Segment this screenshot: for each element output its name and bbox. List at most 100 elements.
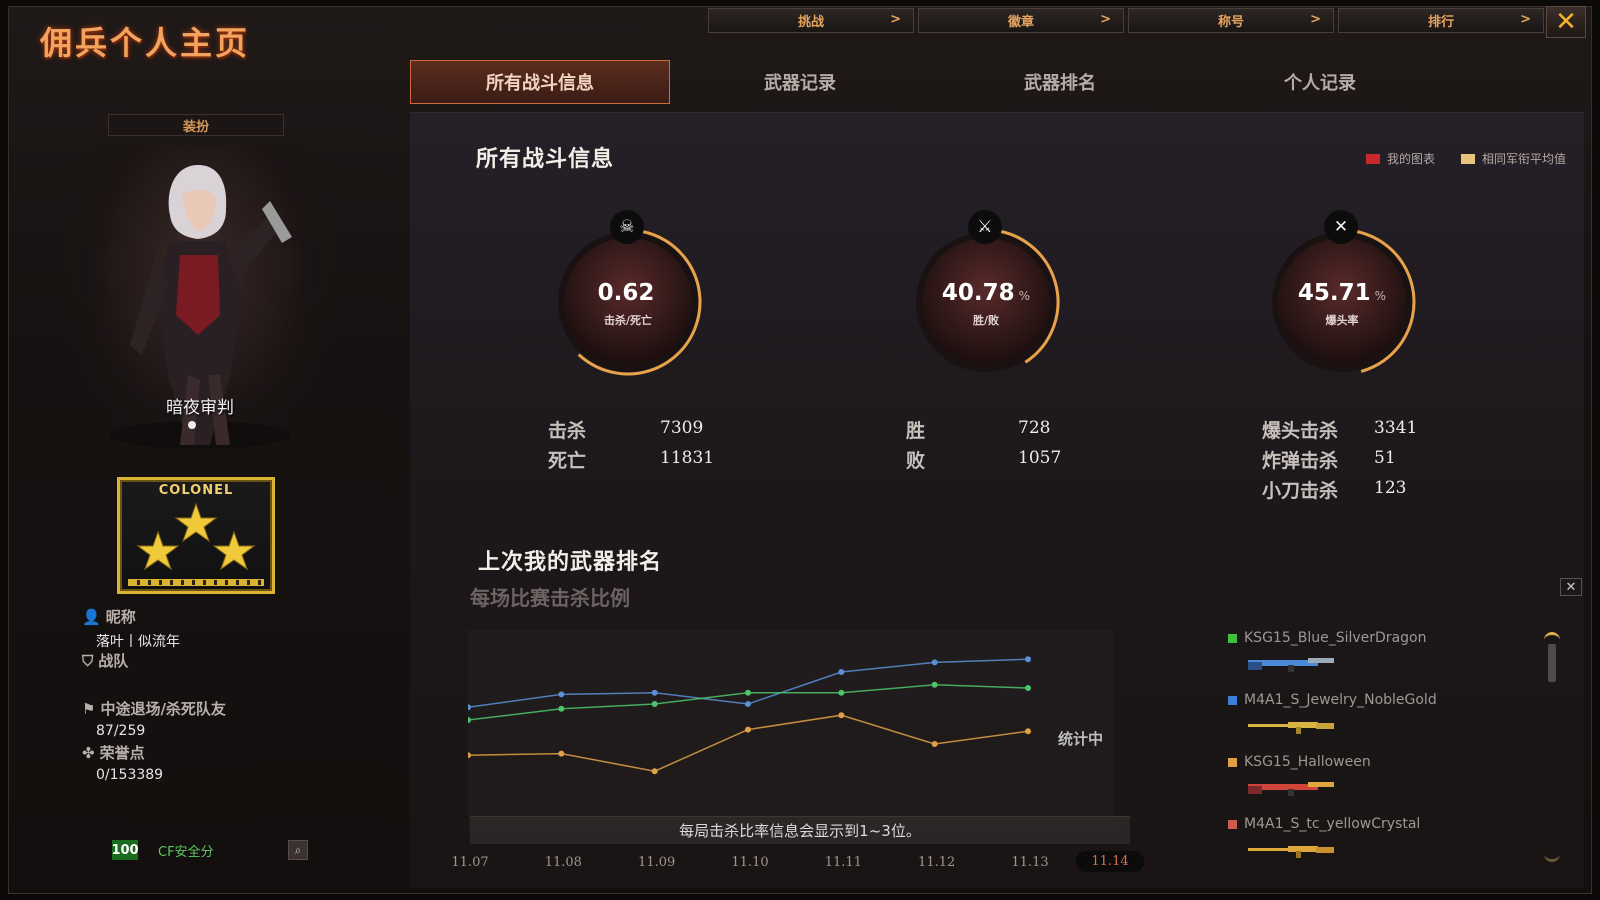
gauge-number: 45.71 xyxy=(1297,280,1371,306)
weapon-name-row: M4A1_S_tc_yellowCrystal xyxy=(1228,816,1518,832)
nickname-label: 昵称 xyxy=(105,608,136,626)
nav-title-button[interactable]: 称号 > xyxy=(1128,8,1334,33)
stat-bomb-kills: 炸弹击杀 51 xyxy=(1262,446,1396,473)
weapon-list-scrollbar[interactable] xyxy=(1544,632,1560,862)
data-point xyxy=(745,689,751,696)
rank-badge: COLONEL xyxy=(117,477,275,594)
x-tick-label: 11.12 xyxy=(918,855,956,870)
data-point xyxy=(838,712,845,719)
gauge-label: 胜/败 xyxy=(972,314,1000,327)
weapon-name-row: KSG15_Halloween xyxy=(1228,754,1518,770)
tab-weapon-records[interactable]: 武器记录 xyxy=(670,60,930,104)
legend-item-average: 相同军衔平均值 xyxy=(1460,150,1566,167)
scroll-thumb[interactable] xyxy=(1548,644,1556,682)
list-item[interactable]: M4A1_S_tc_yellowCrystal xyxy=(1228,816,1518,878)
chevron-right-icon: > xyxy=(1520,12,1531,27)
skull-icon: ☠ xyxy=(610,210,644,244)
x-tick-label[interactable]: 11.14 xyxy=(1075,851,1145,872)
stat-value: 7309 xyxy=(660,418,704,438)
nickname-label-row: 👤 昵称 xyxy=(82,606,180,627)
rifle-icon xyxy=(1248,846,1334,858)
weapon-name-row: KSG15_Blue_SilverDragon xyxy=(1228,630,1518,646)
dress-up-button[interactable]: 装扮 xyxy=(108,114,284,136)
quit-label: 中途退场/杀死队友 xyxy=(100,700,226,718)
search-icon[interactable]: ⌕ xyxy=(288,840,308,860)
x-tick-label: 11.08 xyxy=(544,855,582,870)
stat-label: 败 xyxy=(906,450,926,472)
stat-value: 3341 xyxy=(1374,418,1418,438)
stat-value: 51 xyxy=(1374,448,1396,468)
stat-label: 爆头击杀 xyxy=(1262,420,1339,442)
top-nav: 挑战 > 徽章 > 称号 > 排行 > xyxy=(708,8,1544,33)
crossed-guns-icon: ⚔ xyxy=(968,210,1002,244)
data-point xyxy=(838,689,845,696)
team-shield-icon: ⛉ xyxy=(82,651,94,670)
nickname-value: 落叶丨似流年 xyxy=(96,634,180,650)
stat-headshot-kills: 爆头击杀 3341 xyxy=(1262,416,1417,443)
nav-challenge-button[interactable]: 挑战 > xyxy=(708,8,914,33)
user-icon: 👤 xyxy=(82,607,101,626)
gauge-winloss: ⚔ 40.78% 胜/败 xyxy=(906,210,1066,382)
rank-progress-bar xyxy=(128,579,264,586)
shotgun-icon xyxy=(1248,658,1334,672)
tab-personal-records[interactable]: 个人记录 xyxy=(1190,60,1450,104)
weapon-swatch xyxy=(1228,695,1237,705)
gauge-unit: % xyxy=(1018,289,1031,303)
honor-icon: ✤ xyxy=(82,743,95,762)
stat-value: 11831 xyxy=(660,448,715,468)
scroll-down-icon[interactable] xyxy=(1544,854,1560,862)
honor-label: 荣誉点 xyxy=(99,744,145,762)
gauge-label: 击杀/死亡 xyxy=(603,314,653,327)
list-item[interactable]: M4A1_S_Jewelry_NobleGold xyxy=(1228,692,1518,754)
chevron-right-icon: > xyxy=(1100,12,1111,27)
data-point xyxy=(745,701,751,707)
stat-knife-kills: 小刀击杀 123 xyxy=(1262,476,1406,503)
weapon-list: KSG15_Blue_SilverDragon M4A1_S_Jewelry_N… xyxy=(1228,630,1518,878)
legend-label: 我的图表 xyxy=(1386,152,1435,166)
avatar-caption: 暗夜审判 xyxy=(166,398,234,418)
data-point xyxy=(745,726,751,733)
stat-wins: 胜 728 xyxy=(906,416,1050,443)
x-tick-label: 11.10 xyxy=(731,855,769,870)
close-icon[interactable]: ✕ xyxy=(1560,578,1582,596)
stat-label: 炸弹击杀 xyxy=(1262,450,1339,472)
scroll-up-icon[interactable] xyxy=(1544,632,1560,640)
gauge-value: 40.78% xyxy=(906,280,1066,306)
rank-name: COLONEL xyxy=(158,483,234,498)
stat-deaths: 死亡 11831 xyxy=(548,446,714,473)
team-label: 战队 xyxy=(98,652,129,670)
stat-kills: 击杀 7309 xyxy=(548,416,703,443)
tab-weapon-ranking[interactable]: 武器排名 xyxy=(930,60,1190,104)
gauge-value: 0.62 xyxy=(548,280,708,306)
nav-label: 称号 xyxy=(1217,15,1244,30)
data-point xyxy=(931,681,938,688)
list-item[interactable]: KSG15_Halloween xyxy=(1228,754,1518,816)
honor-value: 0/153389 xyxy=(96,767,164,783)
stat-label: 击杀 xyxy=(548,420,587,442)
honor-label-row: ✤ 荣誉点 xyxy=(82,742,163,763)
quit-block: ⚑ 中途退场/杀死队友 87/259 xyxy=(82,698,226,740)
data-point xyxy=(558,705,565,712)
team-label-row: ⛉ 战队 xyxy=(82,650,128,671)
quit-label-row: ⚑ 中途退场/杀死队友 xyxy=(82,698,226,719)
legend-item-mine: 我的图表 xyxy=(1365,150,1435,167)
nav-label: 排行 xyxy=(1427,15,1454,30)
x-tick-label: 11.09 xyxy=(638,855,676,870)
legend-label: 相同军衔平均值 xyxy=(1481,152,1566,166)
cf-score-badge: 100 xyxy=(111,840,139,860)
stat-value: 1057 xyxy=(1018,448,1062,468)
nav-badge-button[interactable]: 徽章 > xyxy=(918,8,1124,33)
close-button[interactable]: ✕ xyxy=(1546,6,1586,38)
nav-label: 徽章 xyxy=(1007,15,1034,30)
cf-security-bar: 100 CF安全分 ⌕ xyxy=(111,840,308,860)
tab-bar: 所有战斗信息 武器记录 武器排名 个人记录 xyxy=(410,60,1450,104)
tab-all-battle-info[interactable]: 所有战斗信息 xyxy=(410,60,670,104)
stat-label: 小刀击杀 xyxy=(1262,480,1339,502)
weapon-name: KSG15_Halloween xyxy=(1244,754,1371,770)
stat-label: 胜 xyxy=(906,420,926,442)
nav-ranking-button[interactable]: 排行 > xyxy=(1338,8,1544,33)
page-title: 佣兵个人主页 xyxy=(40,24,251,62)
weapon-ranking-title: 上次我的武器排名 xyxy=(478,550,663,575)
list-item[interactable]: KSG15_Blue_SilverDragon xyxy=(1228,630,1518,692)
legend-swatch xyxy=(1460,153,1475,164)
